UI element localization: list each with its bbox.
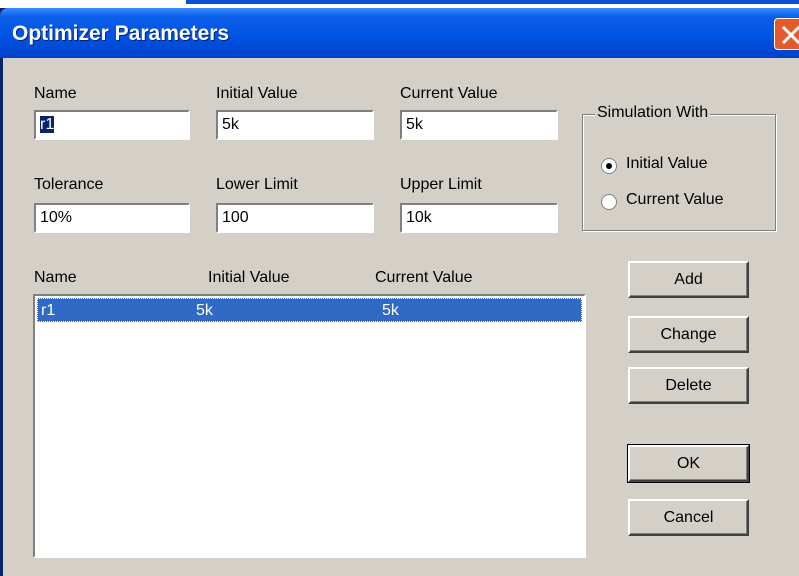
upper-limit-field[interactable]: 10k [400, 203, 558, 233]
row-current-value: 5k [382, 302, 399, 319]
row-initial-value: 5k [196, 302, 213, 319]
delete-button[interactable]: Delete [628, 367, 749, 404]
window-title: Optimizer Parameters [12, 22, 230, 45]
list-header-current-value: Current Value [375, 269, 473, 286]
current-value-field[interactable]: 5k [400, 110, 558, 140]
name-label: Name [34, 85, 77, 102]
name-field[interactable]: r1 [34, 110, 190, 140]
close-button[interactable] [774, 18, 799, 50]
name-field-value: r1 [40, 116, 55, 133]
row-name: r1 [41, 302, 56, 319]
optimizer-dialog: Optimizer Parameters Name Initial Value … [0, 8, 799, 576]
initial-value-field[interactable]: 5k [216, 110, 374, 140]
radio-selected-dot [606, 163, 612, 169]
parameter-list[interactable]: r1 5k 5k [33, 294, 586, 558]
simulation-with-title: Simulation With [595, 104, 711, 122]
lower-limit-label: Lower Limit [216, 176, 298, 193]
close-icon [781, 25, 799, 45]
current-value-label: Current Value [400, 85, 498, 102]
change-button[interactable]: Change [628, 316, 749, 353]
radio-initial-value-label[interactable]: Initial Value [626, 155, 708, 173]
radio-current-value[interactable] [601, 194, 617, 210]
list-header-name: Name [34, 269, 77, 286]
upper-limit-label: Upper Limit [400, 176, 482, 193]
tolerance-label: Tolerance [34, 176, 104, 193]
simulation-with-group: Simulation With Initial Value Current Va… [582, 104, 776, 231]
title-bar[interactable]: Optimizer Parameters [0, 8, 799, 58]
add-button[interactable]: Add [628, 261, 749, 298]
dialog-body: Name Initial Value Current Value r1 5k 5… [3, 58, 799, 576]
lower-limit-field[interactable]: 100 [216, 203, 374, 233]
ok-button[interactable]: OK [627, 444, 750, 483]
radio-initial-value[interactable] [601, 158, 617, 174]
cancel-button[interactable]: Cancel [628, 499, 749, 536]
radio-current-value-label[interactable]: Current Value [626, 191, 724, 209]
list-row[interactable]: r1 5k 5k [37, 298, 582, 322]
list-header-initial-value: Initial Value [208, 269, 290, 286]
initial-value-label: Initial Value [216, 85, 298, 102]
tolerance-field[interactable]: 10% [34, 203, 190, 233]
